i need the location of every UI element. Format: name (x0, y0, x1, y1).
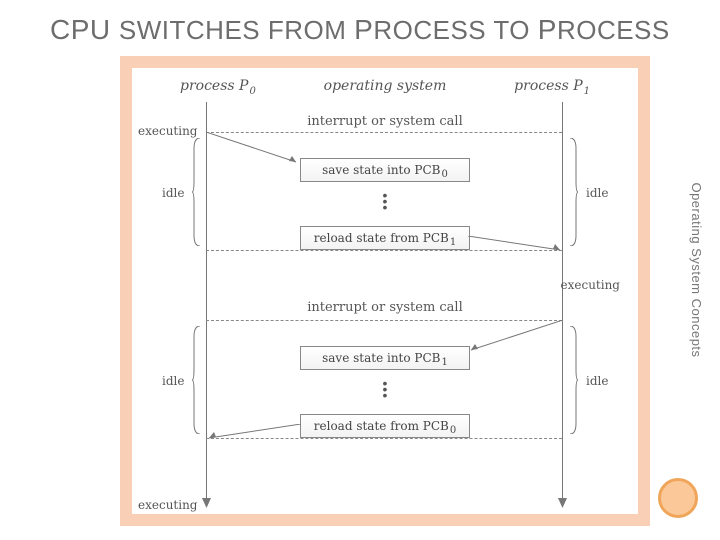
state-p1-idle-1: idle (586, 186, 608, 200)
arrowhead-icon (202, 498, 211, 508)
state-p0-idle-1: idle (162, 186, 184, 200)
header-process-p1: process P1 (514, 78, 590, 97)
brace-left-idle-1 (192, 138, 202, 246)
vdots-1: ••• (132, 192, 638, 210)
title-word-rocess1: ROCESS TO (373, 15, 537, 45)
title-word-p1: P (354, 14, 373, 45)
box-save-pcb1: save state into PCB1 (300, 346, 470, 370)
label-interrupt-1: interrupt or system call (132, 114, 638, 129)
side-margin-label: Operating System Concepts (689, 182, 704, 357)
diagram-frame: process P0 operating system process P1 i… (120, 56, 650, 526)
title-word-rocess2: ROCESS (557, 15, 670, 45)
arrowhead-icon (558, 498, 567, 508)
brace-right-idle-2 (568, 326, 578, 434)
title-word-cpu: CPU (50, 14, 119, 45)
corner-bullet-icon (658, 478, 698, 518)
state-p1-exec: executing (561, 278, 621, 292)
label-interrupt-2: interrupt or system call (132, 300, 638, 315)
arrow-icon (206, 424, 301, 440)
arrow-icon (206, 132, 301, 164)
diagram: process P0 operating system process P1 i… (132, 68, 638, 514)
state-p0-idle-2: idle (162, 374, 184, 388)
state-p0-exec-1: executing (138, 124, 198, 138)
box-reload-pcb0: reload state from PCB0 (300, 414, 470, 438)
box-reload-pcb1: reload state from PCB1 (300, 226, 470, 250)
box-save-pcb0: save state into PCB0 (300, 158, 470, 182)
brace-right-idle-1 (568, 138, 578, 246)
title-word-p2: P (538, 14, 557, 45)
slide-title: CPU SWITCHES FROM PROCESS TO PROCESS (50, 14, 670, 46)
vdots-2: ••• (132, 380, 638, 398)
title-words-switches: SWITCHES FROM (119, 15, 347, 45)
slide: CPU SWITCHES FROM PROCESS TO PROCESS Ope… (0, 0, 720, 540)
arrow-icon (468, 320, 563, 352)
brace-left-idle-2 (192, 326, 202, 434)
state-p1-idle-2: idle (586, 374, 608, 388)
arrow-icon (468, 236, 563, 252)
state-p0-exec-2: executing (138, 498, 198, 512)
